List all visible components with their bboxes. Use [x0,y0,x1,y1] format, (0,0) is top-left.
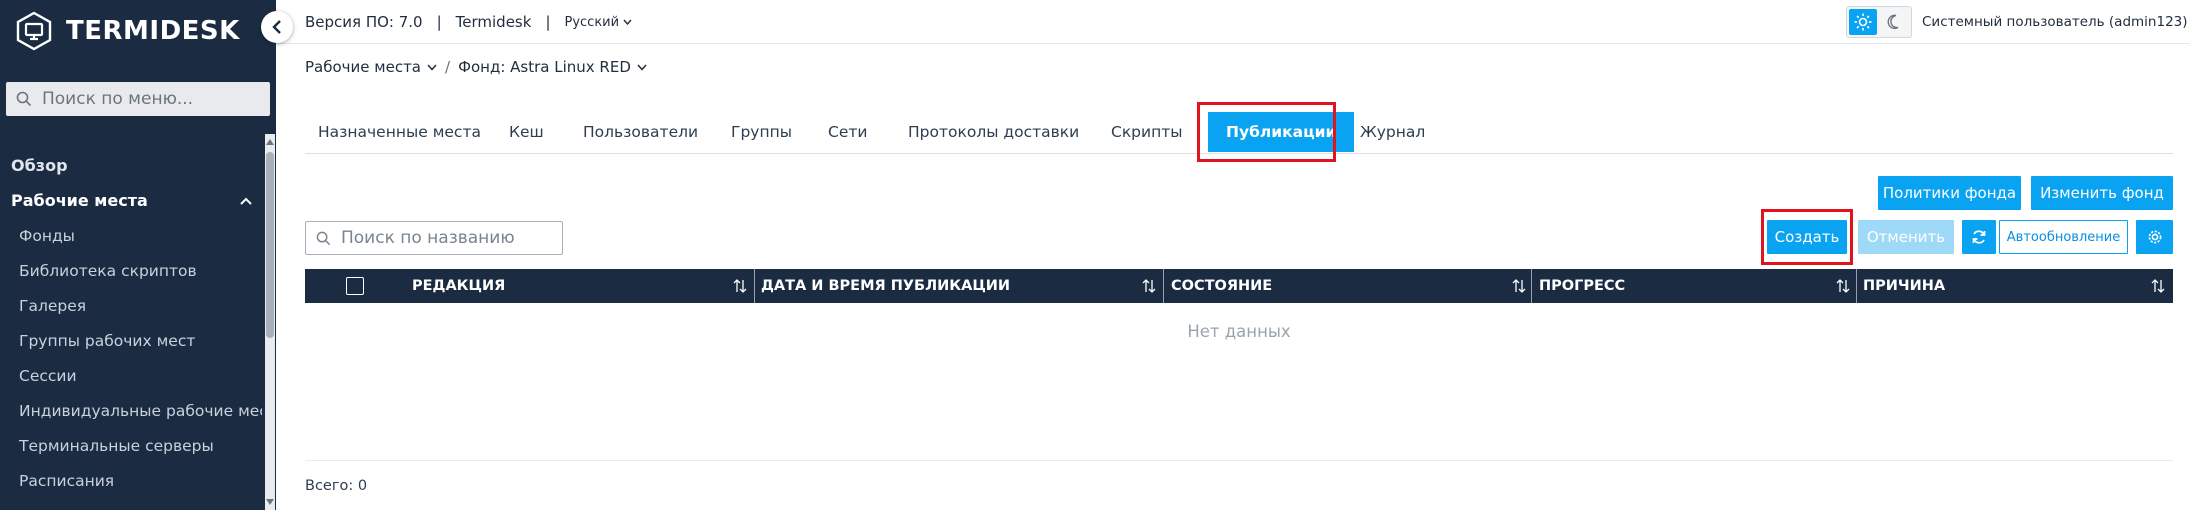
breadcrumb-workplaces[interactable]: Рабочие места [305,58,437,76]
sort-icon[interactable] [733,278,747,294]
sidebar-item-sessions[interactable]: Сессии [0,358,262,393]
sidebar-menu: Обзор Рабочие места Фонды Библиотека скр… [0,148,262,498]
language-label: Русский [564,14,620,30]
tab-cache[interactable]: Кеш [509,110,544,154]
software-version: Версия ПО: 7.0 [305,13,423,31]
column-header-reason[interactable]: ПРИЧИНА [1863,269,1945,303]
menu-search [6,82,270,116]
sidebar-scrollbar[interactable] [265,134,275,510]
tab-journal[interactable]: Журнал [1360,110,1425,154]
sidebar-item-individual-workplaces[interactable]: Индивидуальные рабочие места [0,393,262,428]
select-all-checkbox[interactable] [346,277,364,295]
header-info: Версия ПО: 7.0 | Termidesk | Русский [305,0,632,44]
scroll-up-arrow[interactable] [265,136,275,148]
edit-pool-button[interactable]: Изменить фонд [2031,176,2173,210]
sort-icon[interactable] [1142,278,1156,294]
top-header: Версия ПО: 7.0 | Termidesk | Русский Сис… [276,0,2190,44]
breadcrumb-current-pool[interactable]: Фонд: Astra Linux RED [458,58,647,76]
logo[interactable]: TERMIDESK [14,8,240,54]
sidebar-item-workplaces[interactable]: Рабочие места [0,183,262,218]
menu-search-input[interactable] [42,89,262,109]
tab-publications[interactable]: Публикации [1208,112,1355,152]
sun-icon [1854,13,1872,31]
table-settings-button[interactable] [2136,220,2173,254]
sidebar-item-workplace-groups[interactable]: Группы рабочих мест [0,323,262,358]
sidebar-item-pools[interactable]: Фонды [0,218,262,253]
header-separator: | [436,13,442,31]
tab-networks[interactable]: Сети [828,110,867,154]
tab-groups[interactable]: Группы [731,110,792,154]
sort-icon[interactable] [1836,278,1850,294]
scroll-down-arrow[interactable] [265,496,275,508]
column-header-revision[interactable]: РЕДАКЦИЯ [412,269,505,303]
refresh-icon [1972,230,1986,244]
sidebar-item-schedules[interactable]: Расписания [0,463,262,498]
column-divider [754,269,755,303]
breadcrumb: Рабочие места / Фонд: Astra Linux RED [305,56,647,78]
sidebar-item-label: Рабочие места [11,191,148,210]
user-menu[interactable]: Системный пользователь (admin123) [1922,0,2190,44]
search-icon [316,231,331,245]
language-selector[interactable]: Русский [565,15,633,30]
name-search [305,221,563,255]
tab-bar: Назначенные места Кеш Пользователи Групп… [305,110,2173,154]
sidebar-collapse-button[interactable] [261,11,293,43]
tab-assigned-workplaces[interactable]: Назначенные места [318,110,481,154]
cancel-button[interactable]: Отменить [1858,220,1954,254]
empty-table-message: Нет данных [1187,322,1291,341]
brand-name: TERMIDESK [66,16,240,46]
column-divider [1856,269,1857,303]
tab-delivery-protocols[interactable]: Протоколы доставки [908,110,1079,154]
chevron-up-icon [240,197,252,205]
breadcrumb-separator: / [445,58,451,76]
gear-icon [2148,230,2161,244]
header-separator: | [545,13,551,31]
chevron-down-icon [623,19,632,25]
dark-theme-button[interactable] [1879,7,1911,37]
column-header-publication-datetime[interactable]: ДАТА И ВРЕМЯ ПУБЛИКАЦИИ [761,269,1010,303]
column-header-state[interactable]: СОСТОЯНИЕ [1171,269,1272,303]
breadcrumb-label: Фонд: Astra Linux RED [458,58,631,76]
chevron-left-icon [272,20,281,34]
name-search-input[interactable] [341,228,561,248]
sidebar-item-gallery[interactable]: Галерея [0,288,262,323]
sidebar-item-overview[interactable]: Обзор [0,148,262,183]
column-divider [1163,269,1164,303]
chevron-down-icon [427,64,437,71]
sidebar: TERMIDESK Обзор Рабочие места Фонды Библ… [0,0,276,510]
table-header: РЕДАКЦИЯ ДАТА И ВРЕМЯ ПУБЛИКАЦИИ СОСТОЯН… [305,269,2173,303]
theme-switch [1846,6,1912,38]
total-count: Всего: 0 [305,477,368,494]
refresh-button[interactable] [1962,220,1996,254]
scrollbar-thumb[interactable] [266,152,274,338]
sidebar-item-terminal-servers[interactable]: Терминальные серверы [0,428,262,463]
breadcrumb-label: Рабочие места [305,58,421,76]
table-footer: Всего: 0 [305,460,2173,510]
search-icon [16,91,32,107]
product-name: Termidesk [455,13,532,31]
light-theme-button[interactable] [1849,9,1877,35]
autorefresh-button[interactable]: Автообновление [1999,220,2128,254]
tab-users[interactable]: Пользователи [583,110,698,154]
sidebar-item-script-library[interactable]: Библиотека скриптов [0,253,262,288]
column-header-progress[interactable]: ПРОГРЕСС [1539,269,1625,303]
tab-scripts[interactable]: Скрипты [1111,110,1183,154]
pool-policies-button[interactable]: Политики фонда [1878,176,2021,210]
sort-icon[interactable] [1512,278,1526,294]
user-name: Системный пользователь (admin123) [1922,14,2188,30]
chevron-down-icon [637,64,647,71]
create-button[interactable]: Создать [1767,220,1847,254]
column-divider [1531,269,1532,303]
logo-icon [16,11,52,51]
sort-icon[interactable] [2151,278,2165,294]
moon-icon [1887,14,1899,30]
